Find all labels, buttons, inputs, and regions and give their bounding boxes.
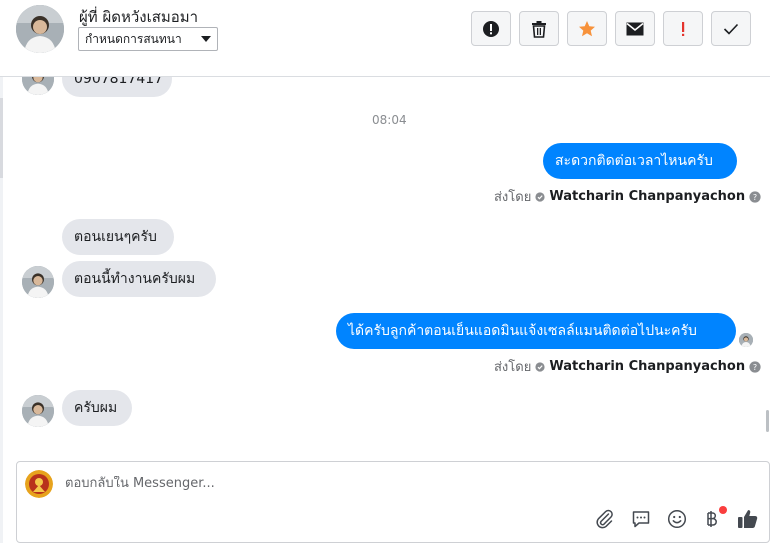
sender-name[interactable]: Watcharin Chanpanyachon xyxy=(549,359,745,374)
star-icon xyxy=(579,20,595,36)
contact-avatar xyxy=(22,395,54,427)
sent-by-line: ส่งโดย Watcharin Chanpanyachon ? xyxy=(494,186,761,207)
emoji-button[interactable] xyxy=(664,506,690,532)
sent-by-label: ส่งโดย xyxy=(494,360,532,375)
thumbs-up-icon xyxy=(738,510,758,528)
envelope-icon xyxy=(626,22,644,35)
verified-admin-icon xyxy=(535,191,545,202)
mark-spam-button[interactable] xyxy=(471,11,511,46)
sent-by-line: ส่งโดย Watcharin Chanpanyachon ? xyxy=(494,356,761,377)
assign-conversation-dropdown[interactable]: กำหนดการสนทนา xyxy=(78,27,218,51)
exclamation-icon xyxy=(682,21,685,36)
contact-name[interactable]: ผู้ที่ ผิดหวังเสมอมา xyxy=(79,5,198,29)
paperclip-icon xyxy=(596,509,613,529)
verified-admin-icon xyxy=(535,361,545,372)
delete-button[interactable] xyxy=(519,11,559,46)
saved-replies-icon xyxy=(632,511,650,528)
trash-icon xyxy=(532,20,546,38)
checkmark-icon xyxy=(723,23,739,35)
message-bubble-incoming[interactable]: 0907817417 xyxy=(62,77,172,97)
message-bubble-outgoing[interactable]: ได้ครับลูกค้าตอนเย็นแอดมินแจ้งเซลล์แมนติ… xyxy=(336,313,736,349)
svg-text:?: ? xyxy=(753,363,757,372)
contact-avatar[interactable] xyxy=(16,5,64,53)
sender-name[interactable]: Watcharin Chanpanyachon xyxy=(549,189,745,204)
spam-icon xyxy=(483,20,499,37)
baht-payment-icon xyxy=(707,511,717,527)
thread-scrollbar[interactable] xyxy=(766,410,769,432)
chevron-down-icon xyxy=(201,36,211,42)
message-bubble-incoming[interactable]: ครับผม xyxy=(62,390,132,426)
reply-composer xyxy=(16,461,770,543)
saved-replies-button[interactable] xyxy=(628,506,654,532)
message-timestamp: 08:04 xyxy=(372,113,407,127)
conversation-header: ผู้ที่ ผิดหวังเสมอมา กำหนดการสนทนา xyxy=(0,0,770,77)
emoji-icon xyxy=(667,509,687,529)
message-bubble-incoming[interactable]: ตอนเยนๆครับ xyxy=(62,219,174,255)
notification-dot xyxy=(719,506,727,514)
message-bubble-incoming[interactable]: ตอนนี้ทำงานครับผม xyxy=(62,261,216,297)
page-avatar xyxy=(25,470,53,498)
message-bubble-outgoing[interactable]: สะดวกติดต่อเวลาไหนครับ xyxy=(543,143,737,179)
message-thread[interactable]: 0907817417 08:04 สะดวกติดต่อเวลาไหนครับ … xyxy=(0,77,770,460)
help-icon[interactable]: ? xyxy=(749,360,761,373)
seen-indicator-avatar xyxy=(739,333,753,347)
help-icon[interactable]: ? xyxy=(749,190,761,203)
sent-by-label: ส่งโดย xyxy=(494,190,532,205)
svg-text:?: ? xyxy=(753,193,757,202)
mark-unread-button[interactable] xyxy=(615,11,655,46)
contact-avatar xyxy=(22,266,54,298)
contact-avatar xyxy=(22,77,54,95)
attach-button[interactable] xyxy=(592,506,618,532)
like-button[interactable] xyxy=(735,506,761,532)
mark-done-button[interactable] xyxy=(711,11,751,46)
reply-input[interactable] xyxy=(65,476,625,491)
follow-up-button[interactable] xyxy=(663,11,703,46)
assign-conversation-label: กำหนดการสนทนา xyxy=(85,31,182,46)
star-button[interactable] xyxy=(567,11,607,46)
